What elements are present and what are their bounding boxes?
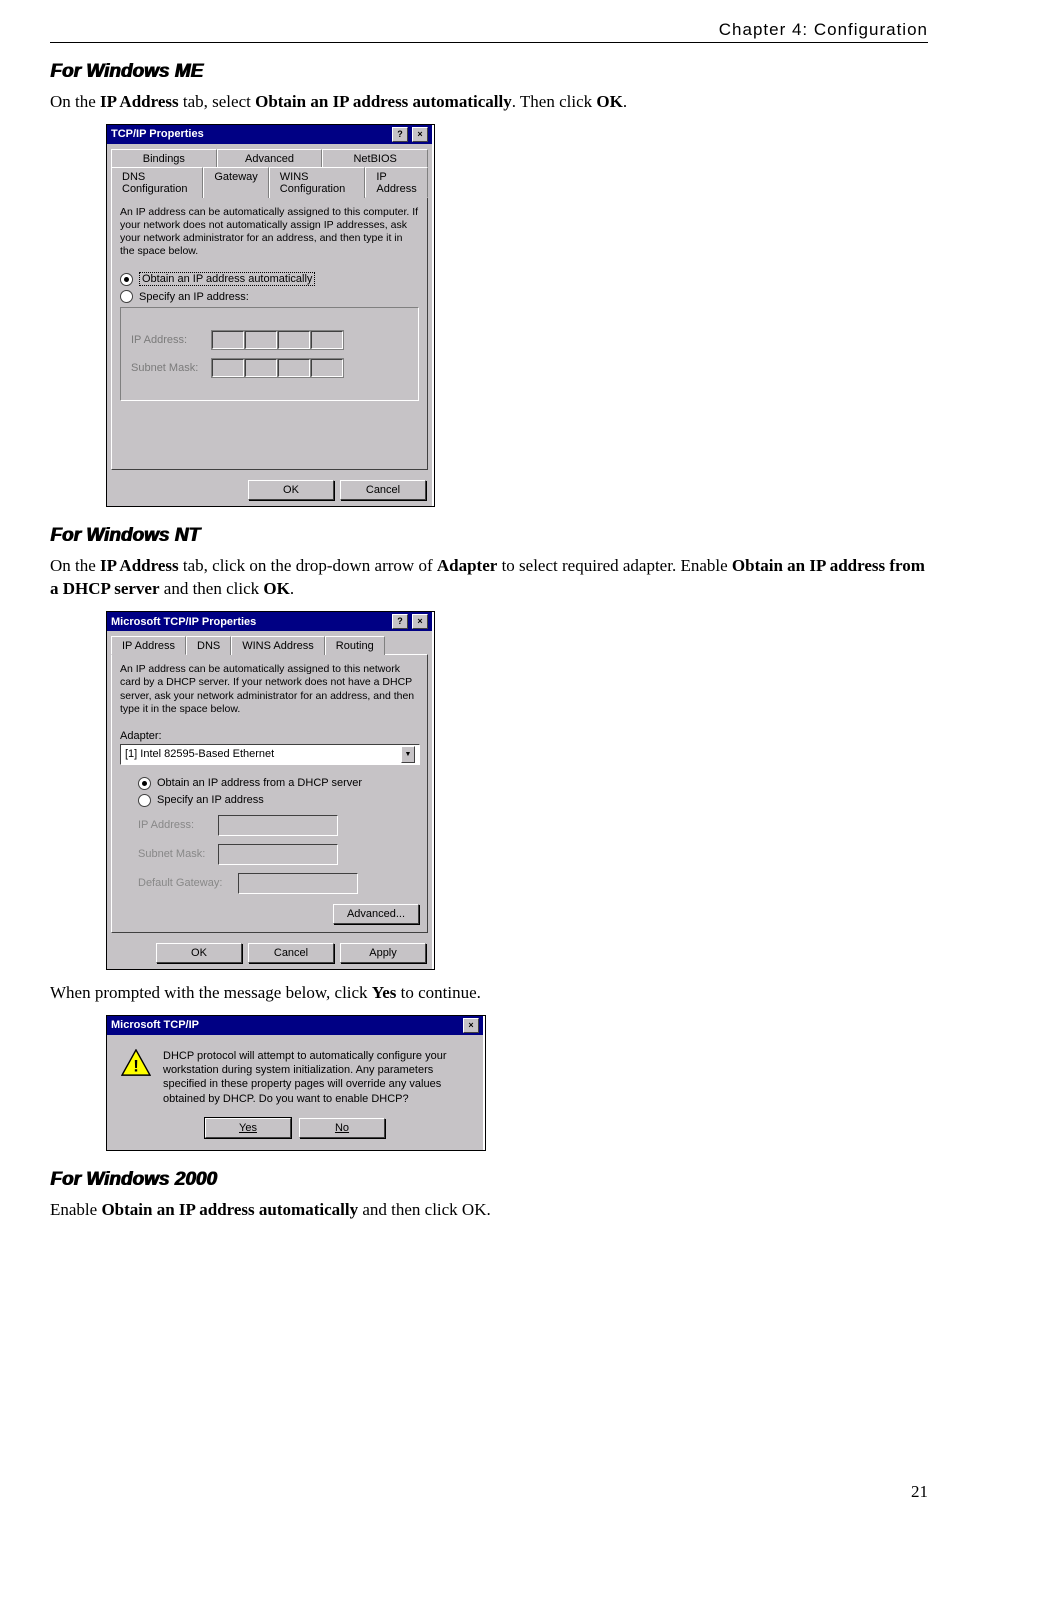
dialog-tcpip-nt: Microsoft TCP/IP Properties ? × IP Addre… xyxy=(107,612,432,969)
ok-button[interactable]: OK xyxy=(156,943,242,963)
advanced-button[interactable]: Advanced... xyxy=(333,904,419,924)
subnet-mask-input xyxy=(211,358,344,378)
help-icon[interactable]: ? xyxy=(392,614,408,629)
close-icon[interactable]: × xyxy=(412,614,428,629)
label-adapter: Adapter: xyxy=(120,730,419,742)
ip-address-input xyxy=(211,330,344,350)
close-icon[interactable]: × xyxy=(412,127,428,142)
tab-netbios[interactable]: NetBIOS xyxy=(322,149,428,167)
info-text: An IP address can be automatically assig… xyxy=(120,663,419,716)
heading-windows-nt: For Windows NT xyxy=(50,525,928,547)
title-text: TCP/IP Properties xyxy=(111,128,204,140)
radio-dhcp[interactable]: Obtain an IP address from a DHCP server xyxy=(138,777,419,790)
para-windows-me: On the IP Address tab, select Obtain an … xyxy=(50,91,928,114)
para-nt-after: When prompted with the message below, cl… xyxy=(50,982,928,1005)
radio-icon xyxy=(120,273,133,286)
title-text: Microsoft TCP/IP Properties xyxy=(111,616,256,628)
cancel-button[interactable]: Cancel xyxy=(248,943,334,963)
ip-fields-group: IP Address: Subnet Mask: xyxy=(120,307,419,401)
title-text: Microsoft TCP/IP xyxy=(111,1019,199,1031)
warning-icon: ! xyxy=(121,1049,151,1077)
yes-button[interactable]: Yes xyxy=(205,1118,291,1138)
dialog-tcpip-me: TCP/IP Properties ? × Bindings Advanced … xyxy=(107,125,432,507)
tab-bindings[interactable]: Bindings xyxy=(111,149,217,167)
info-text: An IP address can be automatically assig… xyxy=(120,206,419,259)
tab-ipaddress[interactable]: IP Address xyxy=(111,636,186,655)
tab-dns[interactable]: DNS Configuration xyxy=(111,167,203,198)
label-ip: IP Address: xyxy=(131,334,201,346)
tab-wins[interactable]: WINS Configuration xyxy=(269,167,366,198)
radio-icon xyxy=(138,794,151,807)
label-mask: Subnet Mask: xyxy=(131,362,201,374)
tab-dns[interactable]: DNS xyxy=(186,636,231,655)
page-number: 21 xyxy=(50,1482,928,1502)
tab-ipaddress[interactable]: IP Address xyxy=(365,167,428,198)
ok-button[interactable]: OK xyxy=(248,480,334,500)
para-windows-2000: Enable Obtain an IP address automaticall… xyxy=(50,1199,928,1222)
help-icon[interactable]: ? xyxy=(392,127,408,142)
radio-specify[interactable]: Specify an IP address: xyxy=(120,290,419,303)
tab-gateway[interactable]: Gateway xyxy=(203,167,268,198)
close-icon[interactable]: × xyxy=(463,1018,479,1033)
titlebar: Microsoft TCP/IP × xyxy=(107,1016,483,1035)
adapter-dropdown[interactable]: [1] Intel 82595-Based Ethernet ▼ xyxy=(120,744,420,765)
radio-icon xyxy=(120,290,133,303)
dialog-dhcp-confirm: Microsoft TCP/IP × ! DHCP protocol will … xyxy=(107,1016,483,1150)
para-windows-nt: On the IP Address tab, click on the drop… xyxy=(50,555,928,601)
ip-input xyxy=(218,815,338,836)
tab-row-2: DNS Configuration Gateway WINS Configura… xyxy=(107,166,432,197)
tab-advanced[interactable]: Advanced xyxy=(217,149,323,167)
gateway-input xyxy=(238,873,358,894)
cancel-button[interactable]: Cancel xyxy=(340,480,426,500)
tab-wins[interactable]: WINS Address xyxy=(231,636,325,655)
radio-specify[interactable]: Specify an IP address xyxy=(138,794,419,807)
message-text: DHCP protocol will attempt to automatica… xyxy=(163,1049,467,1106)
chevron-down-icon: ▼ xyxy=(401,746,415,763)
tab-row-1: Bindings Advanced NetBIOS xyxy=(107,144,432,166)
titlebar: TCP/IP Properties ? × xyxy=(107,125,432,144)
apply-button[interactable]: Apply xyxy=(340,943,426,963)
tab-routing[interactable]: Routing xyxy=(325,636,385,655)
label-mask: Subnet Mask: xyxy=(138,848,208,860)
heading-windows-2000: For Windows 2000 xyxy=(50,1169,928,1191)
tab-row: IP Address DNS WINS Address Routing xyxy=(107,631,432,654)
radio-icon xyxy=(138,777,151,790)
no-button[interactable]: No xyxy=(299,1118,385,1138)
label-ip: IP Address: xyxy=(138,819,208,831)
page-header: Chapter 4: Configuration xyxy=(50,20,928,43)
heading-windows-me: For Windows ME xyxy=(50,61,928,83)
svg-text:!: ! xyxy=(133,1056,139,1075)
mask-input xyxy=(218,844,338,865)
titlebar: Microsoft TCP/IP Properties ? × xyxy=(107,612,432,631)
radio-obtain-auto[interactable]: Obtain an IP address automatically xyxy=(120,272,419,286)
label-gateway: Default Gateway: xyxy=(138,877,228,889)
